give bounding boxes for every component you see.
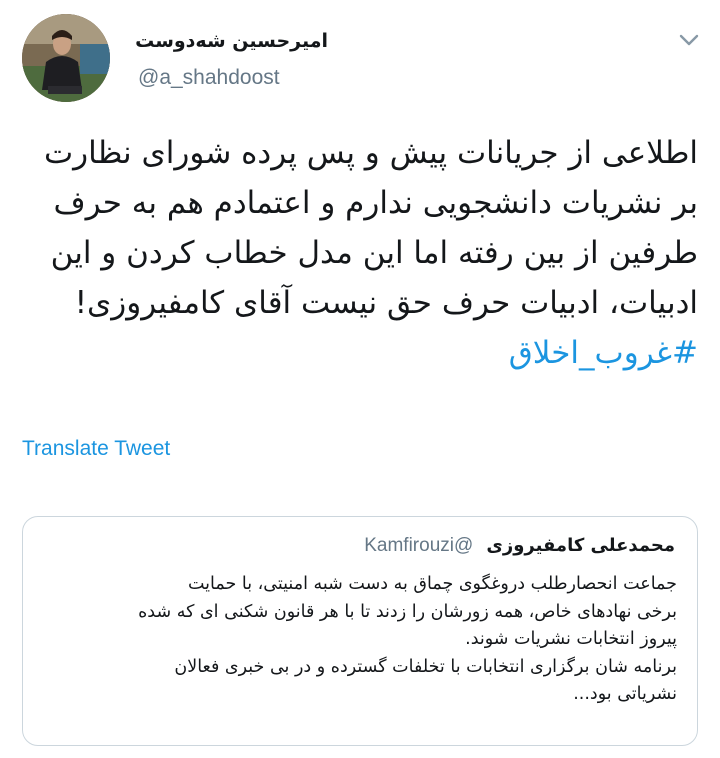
tweet-line: ادبیات، ادبیات حرف حق نیست آقای کامفیروز… bbox=[74, 285, 698, 321]
quoted-tweet-card[interactable]: محمدعلی کامفیروزی @Kamfirouzi جماعت انحص… bbox=[22, 516, 698, 746]
tweet-menu-button[interactable] bbox=[676, 30, 702, 50]
chevron-down-icon bbox=[679, 34, 699, 46]
profile-photo-icon bbox=[22, 14, 110, 102]
quoted-line: جماعت انحصارطلب دروغگوی چماق به دست شبه … bbox=[187, 574, 677, 594]
quoted-tweet-header: محمدعلی کامفیروزی @Kamfirouzi bbox=[364, 535, 675, 557]
author-handle[interactable]: @a_shahdoost bbox=[138, 66, 280, 90]
tweet-line: اطلاعی از جریانات پیش و پس پرده شورای نظ… bbox=[43, 135, 698, 171]
quoted-tweet-text: جماعت انحصارطلب دروغگوی چماق به دست شبه … bbox=[37, 571, 677, 709]
quoted-line: پیروز انتخابات نشریات شوند. bbox=[465, 629, 677, 649]
author-avatar[interactable] bbox=[22, 14, 110, 102]
author-display-name[interactable]: امیرحسین شه‌دوست bbox=[135, 30, 328, 52]
translate-tweet-link[interactable]: Translate Tweet bbox=[22, 437, 170, 461]
quoted-line: برخی نهادهای خاص، همه زورشان را زدند تا … bbox=[138, 601, 677, 622]
tweet-text: اطلاعی از جریانات پیش و پس پرده شورای نظ… bbox=[18, 128, 698, 378]
quoted-line: نشریاتی بود... bbox=[573, 684, 677, 704]
tweet-line: بر نشریات دانشجویی ندارم و اعتمادم هم به… bbox=[53, 185, 698, 221]
quoted-author-name: محمدعلی کامفیروزی bbox=[486, 535, 675, 556]
quoted-line: برنامه شان برگزاری انتخابات با تخلفات گس… bbox=[174, 656, 677, 677]
hashtag-link[interactable]: #غروب_اخلاق bbox=[509, 328, 698, 378]
quoted-author-handle: @Kamfirouzi bbox=[364, 535, 474, 556]
tweet-line: طرفین از بین رفته اما این مدل خطاب کردن … bbox=[50, 235, 698, 271]
